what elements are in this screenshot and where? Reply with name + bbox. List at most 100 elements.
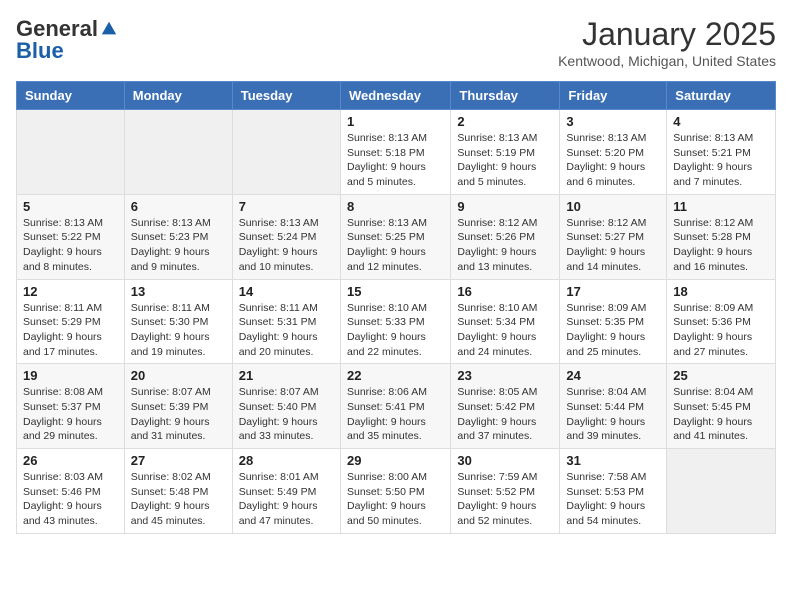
calendar-cell: 1 Sunrise: 8:13 AMSunset: 5:18 PMDaylight…	[340, 110, 450, 195]
day-number: 10	[566, 199, 660, 214]
day-info: Sunrise: 8:02 AMSunset: 5:48 PMDaylight:…	[131, 470, 226, 529]
day-number: 2	[457, 114, 553, 129]
logo-icon	[100, 20, 118, 38]
day-number: 24	[566, 368, 660, 383]
day-header: Saturday	[667, 82, 776, 110]
day-number: 8	[347, 199, 444, 214]
day-number: 15	[347, 284, 444, 299]
day-header: Friday	[560, 82, 667, 110]
day-info: Sunrise: 8:13 AMSunset: 5:18 PMDaylight:…	[347, 131, 444, 190]
day-info: Sunrise: 8:13 AMSunset: 5:20 PMDaylight:…	[566, 131, 660, 190]
day-header: Wednesday	[340, 82, 450, 110]
calendar-cell	[17, 110, 125, 195]
calendar-cell: 7 Sunrise: 8:13 AMSunset: 5:24 PMDaylight…	[232, 194, 340, 279]
day-number: 28	[239, 453, 334, 468]
day-header: Thursday	[451, 82, 560, 110]
calendar-cell: 17Sunrise: 8:09 AMSunset: 5:35 PMDayligh…	[560, 279, 667, 364]
day-info: Sunrise: 8:08 AMSunset: 5:37 PMDaylight:…	[23, 385, 118, 444]
calendar-cell: 28 Sunrise: 8:01 AMSunset: 5:49 PMDayligh…	[232, 449, 340, 534]
day-info: Sunrise: 8:09 AMSunset: 5:36 PMDaylight:…	[673, 301, 769, 360]
day-info: Sunrise: 8:13 AMSunset: 5:21 PMDaylight:…	[673, 131, 769, 190]
calendar-cell: 31 Sunrise: 7:58 AMSunset: 5:53 PMDayligh…	[560, 449, 667, 534]
calendar-cell: 2 Sunrise: 8:13 AMSunset: 5:19 PMDaylight…	[451, 110, 560, 195]
calendar-cell: 21 Sunrise: 8:07 AMSunset: 5:40 PMDayligh…	[232, 364, 340, 449]
day-info: Sunrise: 8:11 AMSunset: 5:31 PMDaylight:…	[239, 301, 334, 360]
day-number: 30	[457, 453, 553, 468]
calendar-title: January 2025	[558, 16, 776, 53]
day-header: Sunday	[17, 82, 125, 110]
day-number: 13	[131, 284, 226, 299]
calendar-table: SundayMondayTuesdayWednesdayThursdayFrid…	[16, 81, 776, 534]
calendar-week-row: 12Sunrise: 8:11 AMSunset: 5:29 PMDayligh…	[17, 279, 776, 364]
calendar-cell: 22Sunrise: 8:06 AMSunset: 5:41 PMDayligh…	[340, 364, 450, 449]
calendar-cell: 26Sunrise: 8:03 AMSunset: 5:46 PMDayligh…	[17, 449, 125, 534]
day-number: 27	[131, 453, 226, 468]
day-number: 29	[347, 453, 444, 468]
day-header: Tuesday	[232, 82, 340, 110]
calendar-cell: 8 Sunrise: 8:13 AMSunset: 5:25 PMDaylight…	[340, 194, 450, 279]
calendar-cell: 13 Sunrise: 8:11 AMSunset: 5:30 PMDayligh…	[124, 279, 232, 364]
page-header: General Blue January 2025 Kentwood, Mich…	[16, 16, 776, 69]
day-number: 4	[673, 114, 769, 129]
day-info: Sunrise: 8:07 AMSunset: 5:40 PMDaylight:…	[239, 385, 334, 444]
day-number: 26	[23, 453, 118, 468]
day-number: 18	[673, 284, 769, 299]
day-info: Sunrise: 8:13 AMSunset: 5:24 PMDaylight:…	[239, 216, 334, 275]
day-number: 19	[23, 368, 118, 383]
day-number: 25	[673, 368, 769, 383]
day-info: Sunrise: 8:04 AMSunset: 5:44 PMDaylight:…	[566, 385, 660, 444]
day-info: Sunrise: 8:11 AMSunset: 5:30 PMDaylight:…	[131, 301, 226, 360]
day-info: Sunrise: 8:00 AMSunset: 5:50 PMDaylight:…	[347, 470, 444, 529]
calendar-cell: 25 Sunrise: 8:04 AMSunset: 5:45 PMDayligh…	[667, 364, 776, 449]
day-number: 21	[239, 368, 334, 383]
day-info: Sunrise: 8:07 AMSunset: 5:39 PMDaylight:…	[131, 385, 226, 444]
logo-blue-text: Blue	[16, 38, 64, 64]
day-number: 5	[23, 199, 118, 214]
calendar-cell: 3Sunrise: 8:13 AMSunset: 5:20 PMDaylight…	[560, 110, 667, 195]
day-info: Sunrise: 8:12 AMSunset: 5:28 PMDaylight:…	[673, 216, 769, 275]
calendar-cell: 9 Sunrise: 8:12 AMSunset: 5:26 PMDaylight…	[451, 194, 560, 279]
calendar-cell: 23Sunrise: 8:05 AMSunset: 5:42 PMDayligh…	[451, 364, 560, 449]
day-info: Sunrise: 8:10 AMSunset: 5:33 PMDaylight:…	[347, 301, 444, 360]
day-info: Sunrise: 8:05 AMSunset: 5:42 PMDaylight:…	[457, 385, 553, 444]
day-number: 14	[239, 284, 334, 299]
logo: General Blue	[16, 16, 118, 64]
day-number: 6	[131, 199, 226, 214]
calendar-cell: 20Sunrise: 8:07 AMSunset: 5:39 PMDayligh…	[124, 364, 232, 449]
day-number: 1	[347, 114, 444, 129]
day-info: Sunrise: 8:13 AMSunset: 5:22 PMDaylight:…	[23, 216, 118, 275]
day-header: Monday	[124, 82, 232, 110]
calendar-cell	[124, 110, 232, 195]
calendar-cell: 29 Sunrise: 8:00 AMSunset: 5:50 PMDayligh…	[340, 449, 450, 534]
calendar-week-row: 19 Sunrise: 8:08 AMSunset: 5:37 PMDayligh…	[17, 364, 776, 449]
calendar-cell: 12Sunrise: 8:11 AMSunset: 5:29 PMDayligh…	[17, 279, 125, 364]
calendar-cell	[232, 110, 340, 195]
day-number: 12	[23, 284, 118, 299]
calendar-cell: 14 Sunrise: 8:11 AMSunset: 5:31 PMDayligh…	[232, 279, 340, 364]
calendar-cell: 10 Sunrise: 8:12 AMSunset: 5:27 PMDayligh…	[560, 194, 667, 279]
day-info: Sunrise: 8:13 AMSunset: 5:25 PMDaylight:…	[347, 216, 444, 275]
calendar-cell: 11 Sunrise: 8:12 AMSunset: 5:28 PMDayligh…	[667, 194, 776, 279]
calendar-cell: 27 Sunrise: 8:02 AMSunset: 5:48 PMDayligh…	[124, 449, 232, 534]
day-info: Sunrise: 8:12 AMSunset: 5:27 PMDaylight:…	[566, 216, 660, 275]
day-info: Sunrise: 7:59 AMSunset: 5:52 PMDaylight:…	[457, 470, 553, 529]
calendar-cell: 18 Sunrise: 8:09 AMSunset: 5:36 PMDayligh…	[667, 279, 776, 364]
day-info: Sunrise: 8:04 AMSunset: 5:45 PMDaylight:…	[673, 385, 769, 444]
day-info: Sunrise: 8:01 AMSunset: 5:49 PMDaylight:…	[239, 470, 334, 529]
day-number: 9	[457, 199, 553, 214]
day-number: 7	[239, 199, 334, 214]
day-number: 11	[673, 199, 769, 214]
calendar-cell: 4 Sunrise: 8:13 AMSunset: 5:21 PMDaylight…	[667, 110, 776, 195]
day-number: 31	[566, 453, 660, 468]
calendar-cell: 6Sunrise: 8:13 AMSunset: 5:23 PMDaylight…	[124, 194, 232, 279]
day-info: Sunrise: 8:12 AMSunset: 5:26 PMDaylight:…	[457, 216, 553, 275]
day-number: 16	[457, 284, 553, 299]
day-number: 17	[566, 284, 660, 299]
calendar-subtitle: Kentwood, Michigan, United States	[558, 53, 776, 69]
calendar-cell: 15 Sunrise: 8:10 AMSunset: 5:33 PMDayligh…	[340, 279, 450, 364]
day-info: Sunrise: 7:58 AMSunset: 5:53 PMDaylight:…	[566, 470, 660, 529]
day-info: Sunrise: 8:10 AMSunset: 5:34 PMDaylight:…	[457, 301, 553, 360]
calendar-header-row: SundayMondayTuesdayWednesdayThursdayFrid…	[17, 82, 776, 110]
calendar-cell: 19 Sunrise: 8:08 AMSunset: 5:37 PMDayligh…	[17, 364, 125, 449]
day-info: Sunrise: 8:13 AMSunset: 5:19 PMDaylight:…	[457, 131, 553, 190]
